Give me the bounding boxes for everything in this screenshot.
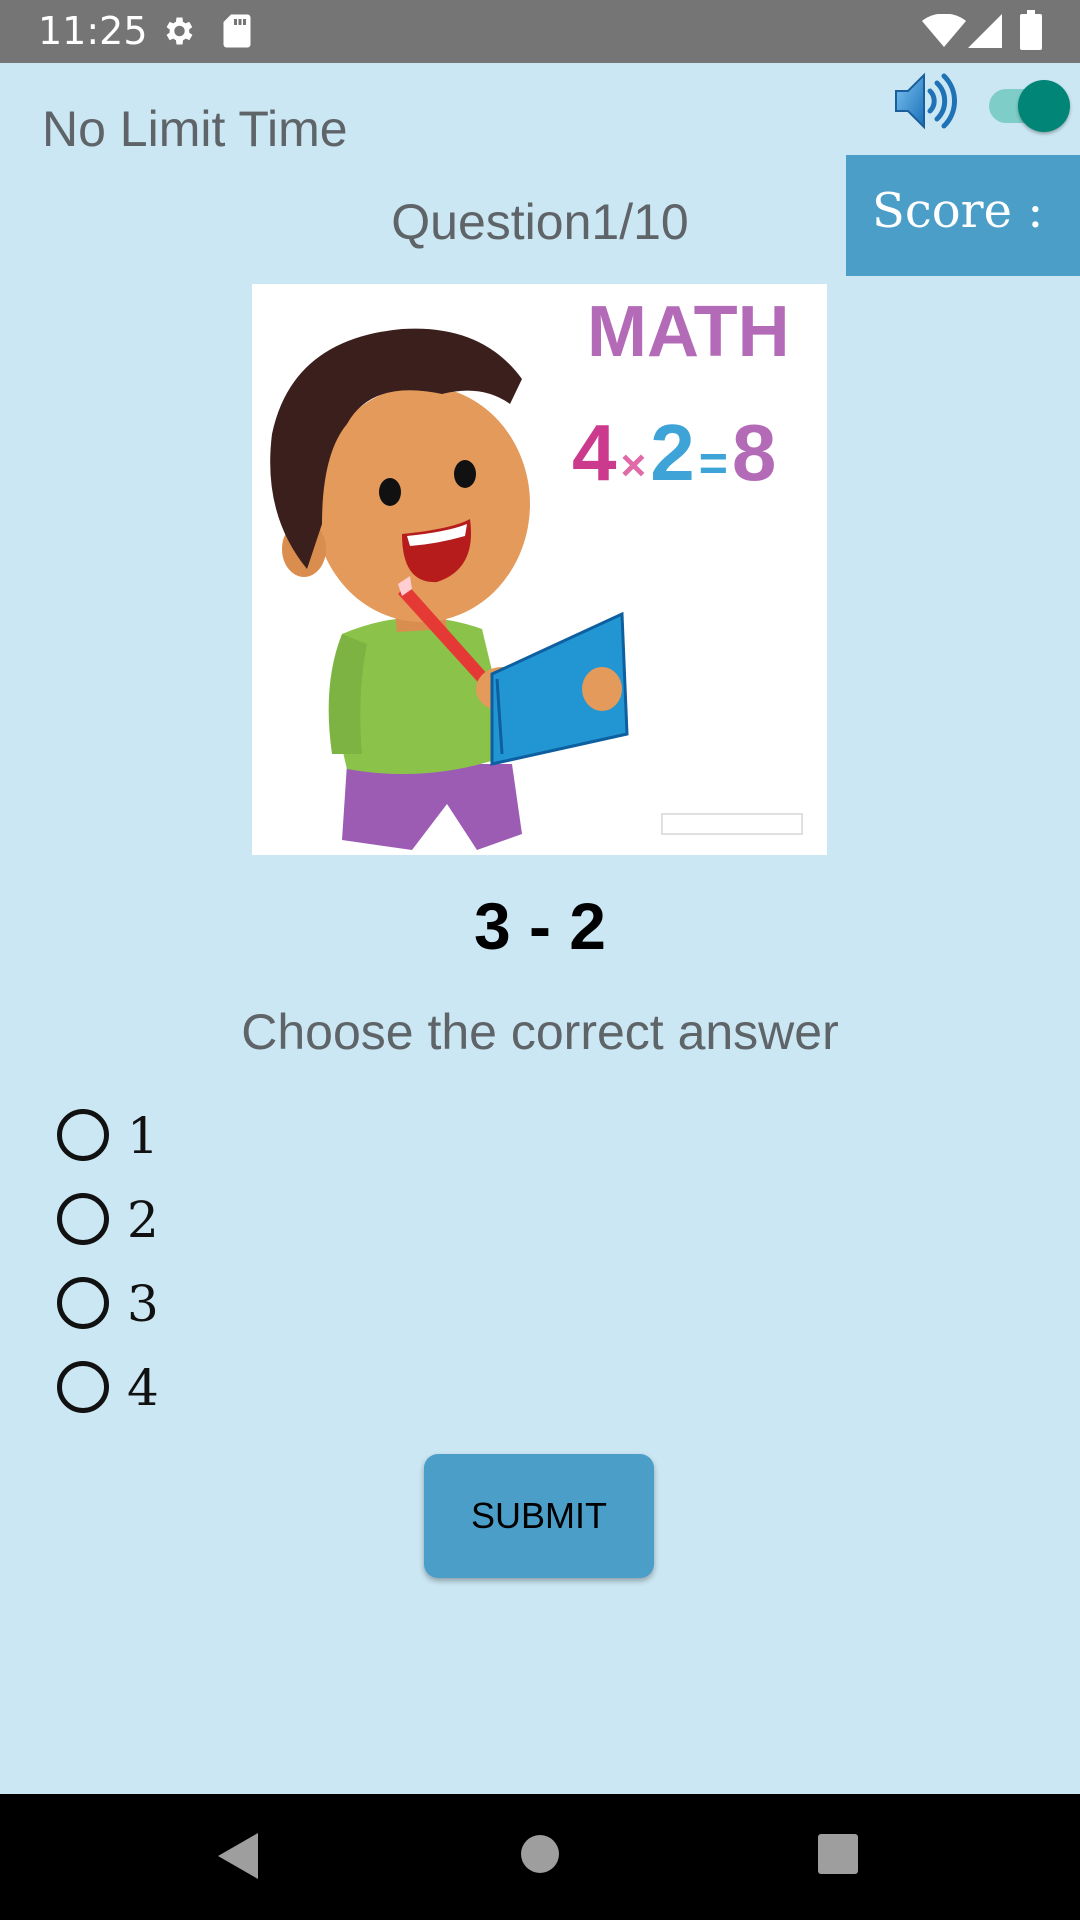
signal-icon: [968, 14, 1002, 48]
radio-circle-icon[interactable]: [57, 1361, 109, 1413]
option-label: 3: [127, 1275, 159, 1333]
option-1[interactable]: 1: [57, 1106, 457, 1166]
speaker-icon[interactable]: [893, 70, 957, 132]
quiz-screen: No Limit Time Score : Question1/10 MATH …: [0, 63, 1080, 1794]
question-counter: Question1/10: [391, 194, 689, 250]
option-label: 1: [127, 1107, 159, 1165]
math-illustration: MATH 4×2=8: [252, 284, 827, 855]
home-icon[interactable]: [519, 1833, 561, 1875]
settings-icon: [166, 17, 193, 45]
timer-label: No Limit Time: [42, 101, 348, 157]
option-label: 4: [127, 1359, 159, 1417]
option-2[interactable]: 2: [57, 1190, 457, 1250]
recents-icon[interactable]: [817, 1833, 859, 1875]
instruction-text: Choose the correct answer: [241, 1004, 839, 1060]
status-time: 11:25: [38, 9, 148, 53]
option-3[interactable]: 3: [57, 1274, 457, 1334]
radio-circle-icon[interactable]: [57, 1193, 109, 1245]
navigation-bar: [0, 1794, 1080, 1920]
battery-icon: [1020, 10, 1042, 50]
radio-circle-icon[interactable]: [57, 1277, 109, 1329]
problem-text: 3 - 2: [473, 889, 607, 963]
status-bar: 11:25: [0, 0, 1080, 63]
math-heading: MATH: [587, 292, 790, 372]
option-label: 2: [127, 1191, 159, 1249]
sd-card-icon: [223, 14, 251, 48]
back-icon[interactable]: [216, 1831, 260, 1881]
wifi-icon: [922, 14, 966, 47]
sound-toggle[interactable]: [985, 73, 1073, 132]
radio-circle-icon[interactable]: [57, 1109, 109, 1161]
toggle-thumb: [1018, 80, 1070, 132]
math-equation: 4×2=8: [572, 408, 776, 497]
option-4[interactable]: 4: [57, 1358, 457, 1418]
submit-button[interactable]: SUBMIT: [424, 1454, 654, 1578]
